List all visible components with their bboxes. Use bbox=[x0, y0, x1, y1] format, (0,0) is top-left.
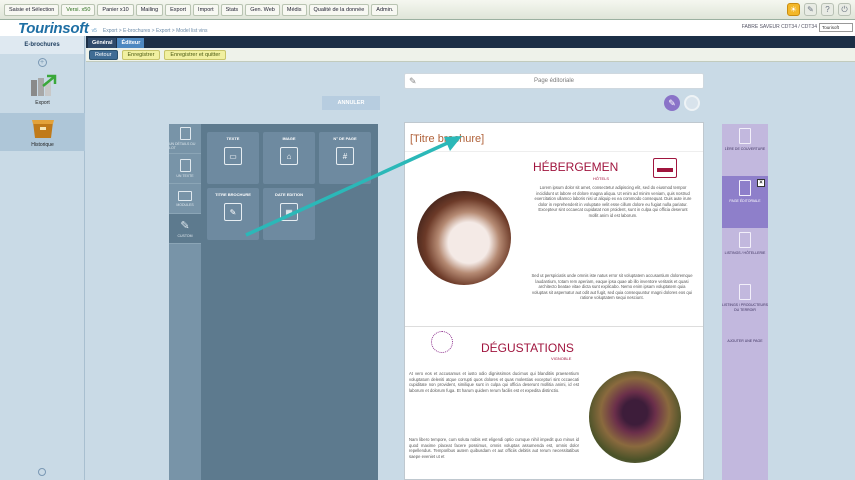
tab-strip: Général Éditeur bbox=[86, 36, 855, 48]
user-select[interactable]: Tourisoft bbox=[819, 23, 853, 32]
top-menubar: Saisie et Sélection Versi. x50 Panier x1… bbox=[0, 0, 855, 20]
app-version: v5 bbox=[91, 28, 97, 34]
menu-panier[interactable]: Panier x10 bbox=[97, 3, 134, 16]
history-icon bbox=[31, 120, 54, 138]
app-header: Tourinsoft v5 Export > E-brochures > Exp… bbox=[0, 20, 855, 37]
export-icon bbox=[30, 74, 56, 96]
sidebar-title: E-brochures bbox=[0, 36, 84, 54]
page-thumb-hotellerie[interactable]: LISTINGS / HÔTELLERIE bbox=[722, 228, 768, 280]
sidebar-item-export[interactable]: Export bbox=[0, 71, 85, 109]
page-thumb-label: LISTINGS / PRODUCTEURS DU TERROIR bbox=[722, 303, 768, 312]
page-doc-icon bbox=[739, 232, 751, 248]
close-icon[interactable]: × bbox=[757, 179, 765, 187]
page-thumb-label: 1ÈRE DE COUVERTURE bbox=[724, 147, 766, 151]
help-icon[interactable]: ? bbox=[821, 3, 834, 16]
page-doc-icon bbox=[739, 284, 751, 300]
menu-saisie[interactable]: Saisie et Sélection bbox=[4, 3, 60, 16]
sidebar-item-historique[interactable]: Historique bbox=[0, 113, 85, 151]
add-page-label: AJOUTER UNE PAGE bbox=[727, 339, 763, 343]
sidebar-bottom-icon[interactable] bbox=[38, 468, 46, 476]
tab-editeur[interactable]: Éditeur bbox=[117, 38, 145, 48]
back-button[interactable]: Retour bbox=[89, 49, 118, 60]
page-thumb-producteurs[interactable]: LISTINGS / PRODUCTEURS DU TERROIR bbox=[722, 280, 768, 332]
menu-import[interactable]: Import bbox=[193, 3, 219, 16]
page-thumb-label: LISTINGS / HÔTELLERIE bbox=[724, 251, 766, 255]
save-quit-button[interactable]: Enregistrer et quitter bbox=[164, 49, 227, 60]
add-page-button[interactable]: AJOUTER UNE PAGE bbox=[722, 332, 768, 384]
page-doc-icon bbox=[739, 180, 751, 196]
editor-workspace: ✎ Page éditoriale ANNULER ✎ un détails d… bbox=[86, 62, 855, 480]
save-button[interactable]: Enregistrer bbox=[121, 49, 161, 60]
sidebar-label-export: Export bbox=[35, 100, 50, 106]
left-sidebar: E-brochures + Export Historique bbox=[0, 36, 85, 480]
app-logo[interactable]: Tourinsoft bbox=[18, 20, 89, 37]
page-doc-icon bbox=[739, 128, 751, 144]
breadcrumb[interactable]: Export > E-brochures > Export > Model li… bbox=[103, 28, 208, 34]
logout-icon[interactable]: ⏻ bbox=[838, 3, 851, 16]
user-info: FABRE SAVEUR CDT34 / CDT34 bbox=[741, 24, 817, 30]
page-thumb-label: PAGE ÉDITORIALE bbox=[729, 199, 761, 203]
page-thumb-cover[interactable]: 1ÈRE DE COUVERTURE bbox=[722, 124, 768, 176]
menu-versi[interactable]: Versi. x50 bbox=[61, 3, 96, 16]
sun-icon[interactable]: ☀ bbox=[787, 3, 800, 16]
sidebar-label-historique: Historique bbox=[31, 142, 54, 148]
page-list-panel: 1ÈRE DE COUVERTURE × PAGE ÉDITORIALE LIS… bbox=[722, 124, 768, 480]
menu-export[interactable]: Export bbox=[165, 3, 192, 16]
menu-admin[interactable]: Admin. bbox=[371, 3, 399, 16]
menu-mailing[interactable]: Mailing bbox=[135, 3, 164, 16]
settings-icon[interactable]: ✎ bbox=[804, 3, 817, 16]
menu-gen-web[interactable]: Gen. Web bbox=[245, 3, 280, 16]
top-right-icons: ☀ ✎ ? ⏻ bbox=[787, 3, 851, 16]
action-bar: Retour Enregistrer Enregistrer et quitte… bbox=[86, 48, 855, 62]
arrow-shaft bbox=[245, 138, 455, 237]
tab-general[interactable]: Général bbox=[88, 38, 117, 48]
menu-qualite[interactable]: Qualité de la donnée bbox=[308, 3, 370, 16]
menu-stats[interactable]: Stats bbox=[220, 3, 244, 16]
menu-medis[interactable]: Médis bbox=[281, 3, 307, 16]
sidebar-add-icon[interactable]: + bbox=[37, 58, 47, 67]
page-thumb-editorial[interactable]: × PAGE ÉDITORIALE bbox=[722, 176, 768, 228]
